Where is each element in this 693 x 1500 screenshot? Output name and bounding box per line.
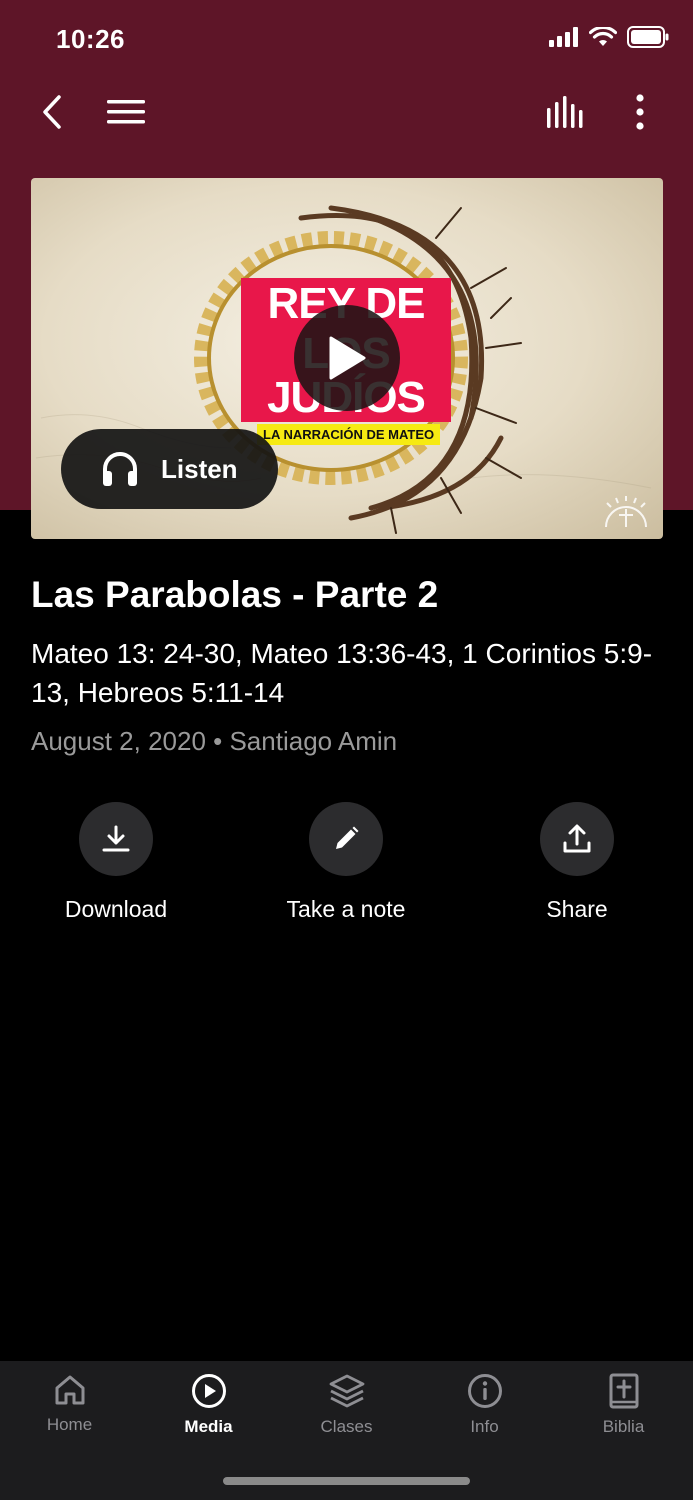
tab-home-label: Home [46, 1415, 93, 1434]
download-button[interactable]: Download [16, 802, 216, 923]
tab-info[interactable]: Info [415, 1373, 554, 1437]
info-icon [467, 1374, 502, 1408]
hamburger-icon [107, 100, 145, 124]
play-circle-icon [191, 1374, 226, 1408]
action-row: Download Take a note Share [0, 802, 693, 932]
chevron-left-icon [43, 95, 61, 129]
sermon-title: Las Parabolas - Parte 2 [31, 574, 439, 615]
church-logo-icon [605, 496, 647, 528]
hero-subtitle: LA NARRACIÓN DE MATEO [257, 424, 441, 445]
status-icons [549, 26, 669, 48]
status-time: 10:26 [56, 24, 125, 54]
play-button[interactable] [294, 305, 400, 411]
top-bar [0, 80, 693, 144]
media-artwork[interactable]: REY DE LOS JUDÍOS LA NARRACIÓN DE MATEO … [31, 178, 663, 539]
layers-icon [329, 1374, 364, 1408]
menu-button[interactable] [98, 80, 154, 144]
take-note-circle [309, 802, 383, 876]
back-button[interactable] [24, 80, 80, 144]
more-options-button[interactable] [612, 80, 668, 144]
tab-media[interactable]: Media [139, 1373, 278, 1437]
tab-clases[interactable]: Clases [277, 1373, 416, 1437]
tab-biblia-label: Biblia [602, 1417, 645, 1436]
audio-levels-button[interactable] [538, 80, 594, 144]
share-button[interactable]: Share [477, 802, 677, 923]
download-label: Download [64, 896, 168, 922]
cellular-signal-icon [549, 27, 578, 47]
download-circle [79, 802, 153, 876]
share-icon [563, 824, 591, 853]
tab-biblia[interactable]: Biblia [554, 1373, 693, 1437]
listen-label: Listen [161, 453, 238, 484]
pencil-icon [336, 826, 359, 849]
scripture-references: Mateo 13: 24-30, Mateo 13:36-43, 1 Corin… [31, 638, 653, 708]
share-label: Share [546, 896, 608, 922]
status-bar: 10:26 [0, 0, 693, 80]
sermon-date-speaker: August 2, 2020 • Santiago Amin [31, 726, 398, 756]
download-icon [102, 825, 130, 852]
share-circle [540, 802, 614, 876]
tab-info-label: Info [470, 1417, 499, 1436]
take-note-label: Take a note [286, 896, 406, 922]
bible-icon [609, 1373, 638, 1409]
home-indicator [223, 1477, 470, 1485]
tab-clases-label: Clases [320, 1417, 373, 1436]
home-icon [55, 1375, 84, 1405]
wifi-icon [589, 27, 617, 46]
more-vertical-icon [636, 94, 644, 130]
audio-bars-icon [547, 96, 583, 128]
headphones-icon [103, 452, 137, 486]
play-icon [329, 336, 366, 380]
tab-home[interactable]: Home [0, 1373, 139, 1435]
listen-button[interactable]: Listen [61, 429, 278, 509]
tab-media-label: Media [184, 1417, 233, 1436]
battery-icon [627, 26, 669, 48]
take-note-button[interactable]: Take a note [246, 802, 446, 923]
